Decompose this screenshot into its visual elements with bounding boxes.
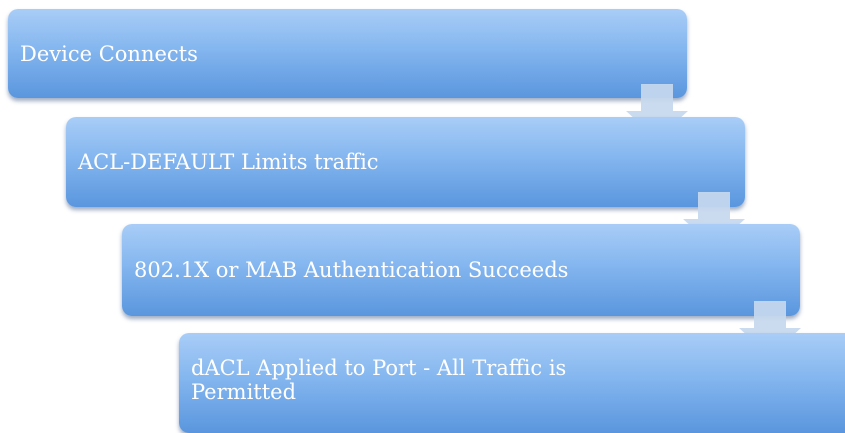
step-device-connects: Device Connects — [8, 9, 687, 98]
step-label: 802.1X or MAB Authentication Succeeds — [134, 258, 569, 282]
step-label: Device Connects — [20, 41, 198, 66]
step-label: dACL Applied to Port - All Traffic is Pe… — [191, 356, 567, 404]
step-acl-default: ACL-DEFAULT Limits traffic — [66, 117, 745, 207]
step-label: ACL-DEFAULT Limits traffic — [78, 150, 379, 174]
process-flow-diagram: Device Connects ACL-DEFAULT Limits traff… — [0, 0, 845, 433]
step-authentication-succeeds: 802.1X or MAB Authentication Succeeds — [122, 224, 800, 316]
step-dacl-applied: dACL Applied to Port - All Traffic is Pe… — [179, 333, 845, 433]
